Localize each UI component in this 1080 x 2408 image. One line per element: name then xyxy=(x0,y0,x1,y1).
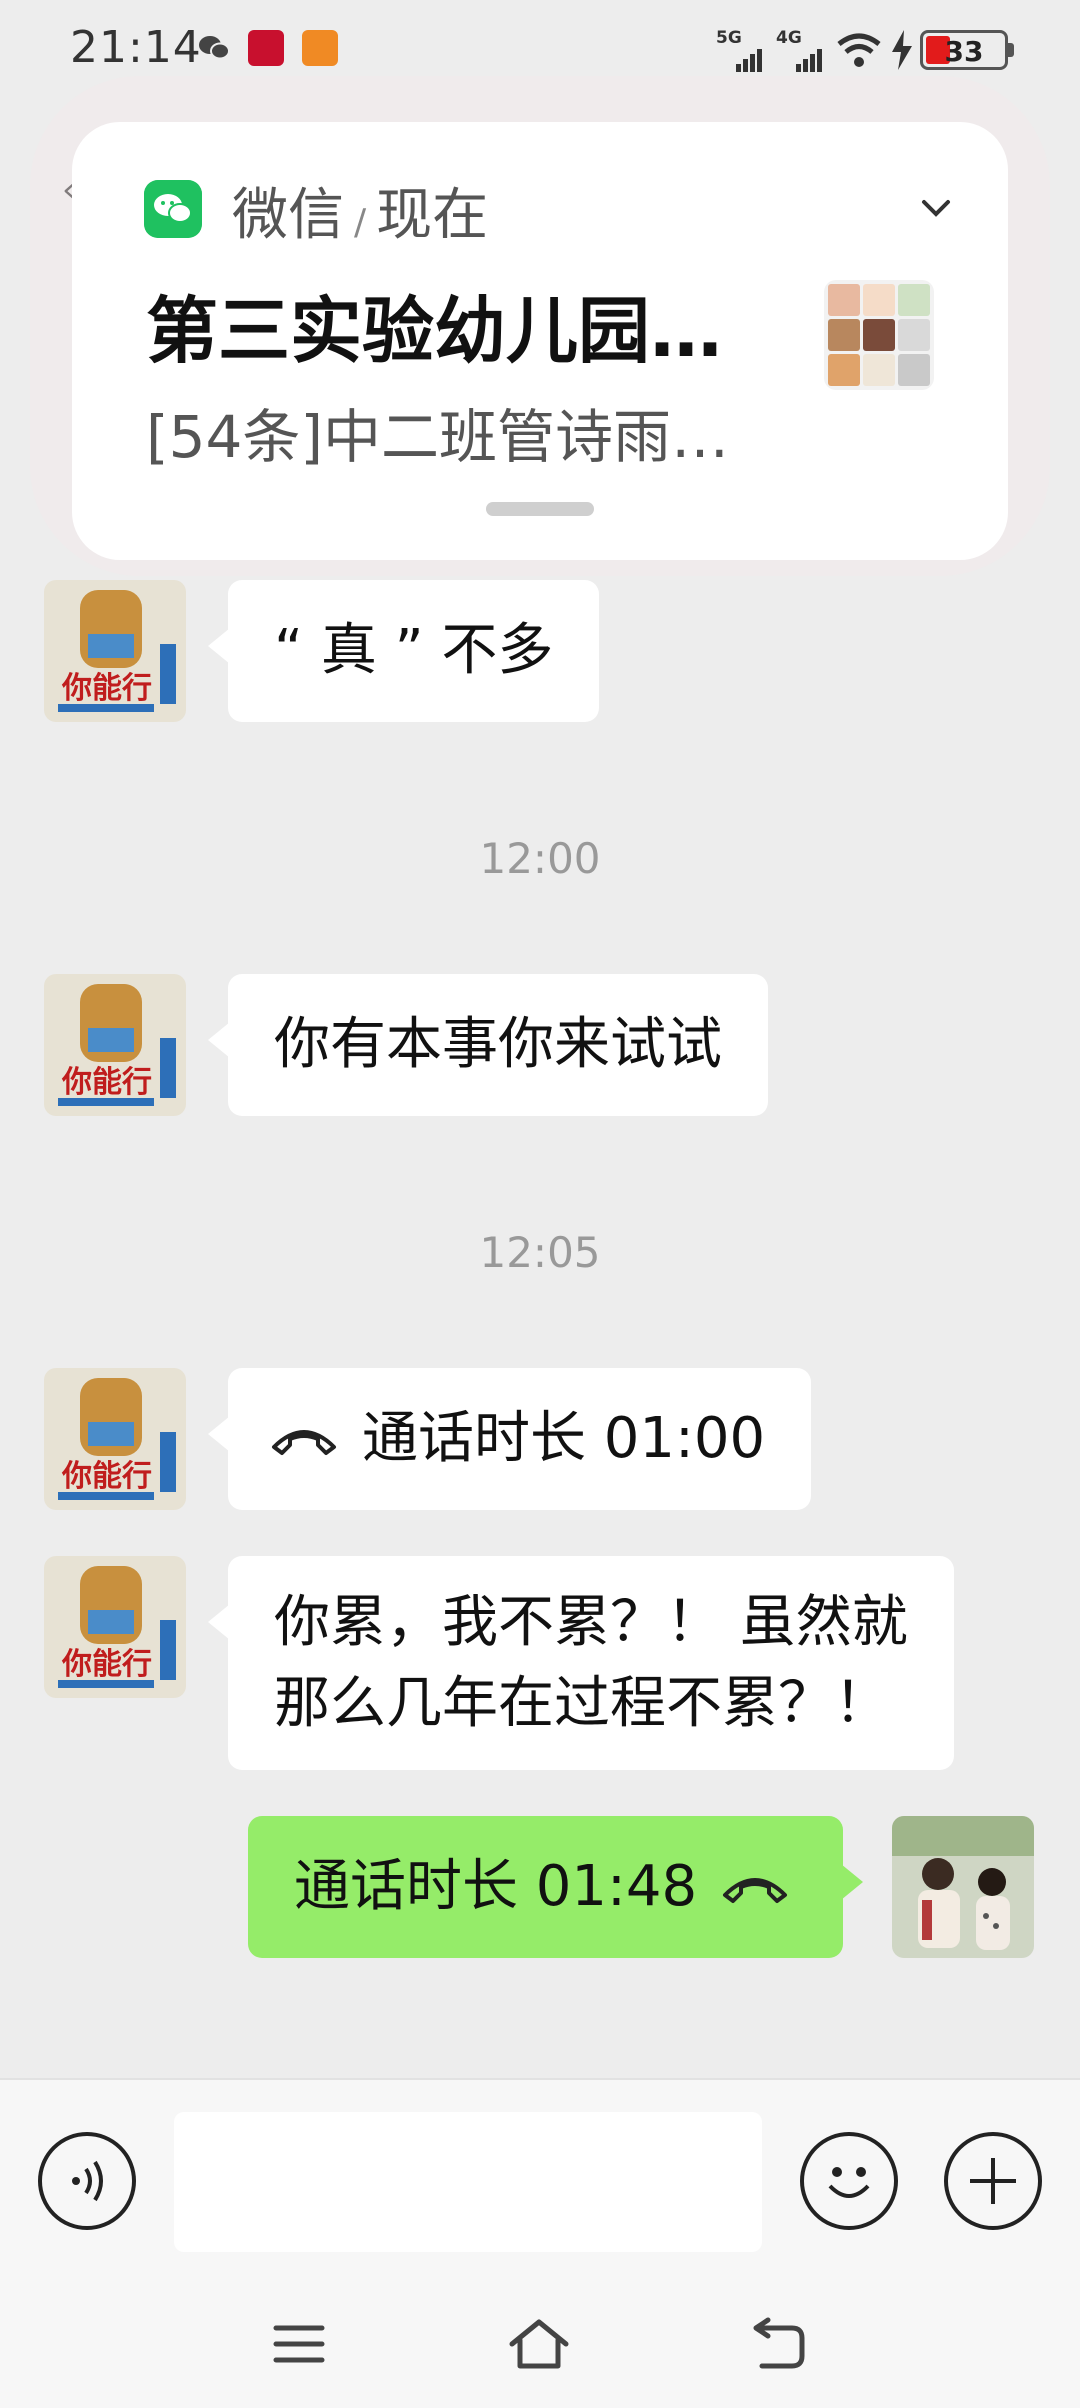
contact-avatar[interactable]: 你能行 xyxy=(44,974,186,1116)
emoji-button[interactable] xyxy=(800,2132,898,2230)
menu-icon[interactable] xyxy=(266,2314,332,2374)
battery-icon: 33 xyxy=(920,30,1014,70)
my-avatar[interactable] xyxy=(892,1816,1034,1958)
message-timestamp: 12:05 xyxy=(479,1228,601,1277)
notification-handle[interactable] xyxy=(486,502,594,516)
message-text-line: 你累，我不累？！ 虽然就 xyxy=(274,1589,908,1655)
contact-avatar[interactable]: 你能行 xyxy=(44,1368,186,1510)
message-text: “ 真 ” 不多 xyxy=(274,618,554,684)
message-bubble[interactable]: 你有本事你来试试 xyxy=(208,974,768,1116)
voice-icon xyxy=(72,2160,103,2202)
svg-text:你能行: 你能行 xyxy=(61,1459,152,1494)
signal-icon xyxy=(736,49,762,72)
group-avatar xyxy=(824,280,934,390)
call-duration-text: 通话时长 01:00 xyxy=(362,1406,766,1472)
phone-hangup-icon xyxy=(723,1878,788,1903)
signal-icon xyxy=(796,49,822,72)
notification-app-name: 微信 / 现在 xyxy=(232,183,489,248)
notification-title: 第三实验幼儿园… xyxy=(146,289,723,373)
battery-level: 33 xyxy=(944,35,984,68)
system-nav-bar xyxy=(0,2278,1080,2408)
notification-banner[interactable]: 微信 / 现在 第三实验幼儿园… [54条]中二班管诗雨… xyxy=(72,122,1008,560)
orange-app-icon xyxy=(302,30,338,66)
status-time: 21:14 xyxy=(70,22,202,73)
back-icon[interactable] xyxy=(744,2314,810,2374)
charging-icon xyxy=(892,30,912,70)
wifi-icon xyxy=(837,33,881,67)
emoji-icon xyxy=(828,2167,870,2198)
voice-input-button[interactable] xyxy=(38,2132,136,2230)
wechat-icon xyxy=(199,36,230,60)
signal-5g: 5G xyxy=(716,28,762,78)
contact-avatar[interactable]: 你能行 xyxy=(44,580,186,722)
svg-text:你能行: 你能行 xyxy=(61,1647,152,1682)
svg-text:你能行: 你能行 xyxy=(61,1065,152,1100)
message-bubble[interactable]: 你累，我不累？！ 虽然就 那么几年在过程不累？！ xyxy=(208,1556,954,1770)
message-timestamp: 12:00 xyxy=(479,834,601,883)
call-duration-text: 通话时长 01:48 xyxy=(294,1854,698,1920)
contact-avatar[interactable]: 你能行 xyxy=(44,1556,186,1698)
call-record-bubble-outgoing[interactable]: 通话时长 01:48 xyxy=(248,1816,864,1958)
chevron-down-icon[interactable] xyxy=(914,186,958,230)
message-input[interactable] xyxy=(174,2112,762,2252)
plus-icon xyxy=(970,2158,1016,2204)
message-text-line: 那么几年在过程不累？！ xyxy=(274,1671,890,1736)
phone-hangup-icon xyxy=(272,1430,336,1455)
chat-input-bar xyxy=(0,2078,1080,2278)
svg-text:你能行: 你能行 xyxy=(61,671,152,706)
message-bubble[interactable]: “ 真 ” 不多 xyxy=(207,580,600,722)
signal-4g: 4G xyxy=(776,28,822,78)
notification-body: [54条]中二班管诗雨… xyxy=(146,403,730,471)
message-text: 你有本事你来试试 xyxy=(274,1012,722,1078)
more-button[interactable] xyxy=(944,2132,1042,2230)
red-app-icon xyxy=(248,30,284,66)
home-icon[interactable] xyxy=(506,2314,572,2374)
call-record-bubble[interactable]: 通话时长 01:00 xyxy=(207,1368,812,1510)
wechat-logo-icon xyxy=(144,180,202,238)
